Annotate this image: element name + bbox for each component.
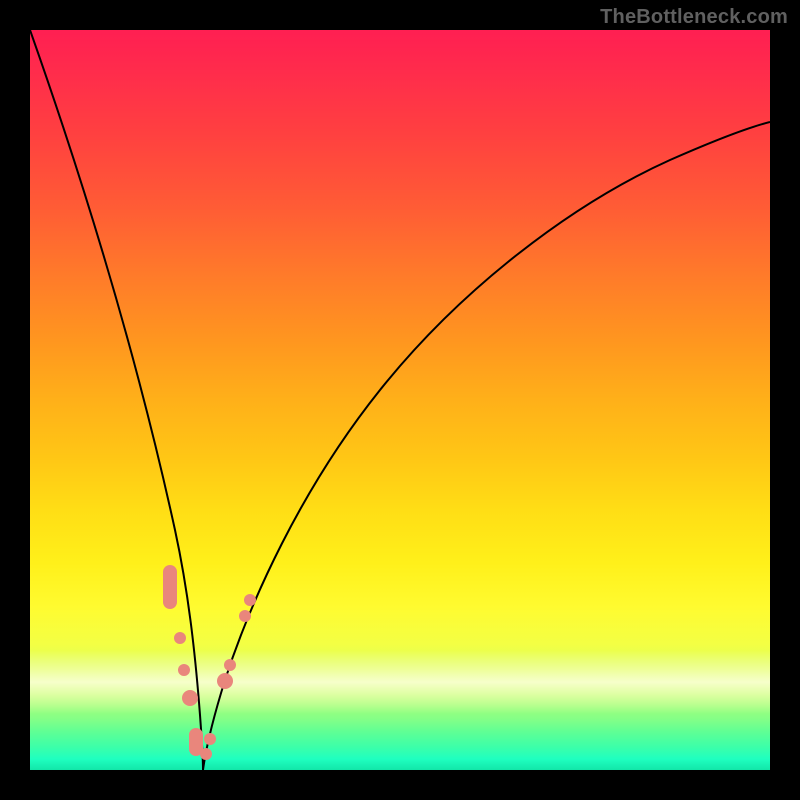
plot-area: [30, 30, 770, 770]
marker-right-3: [217, 673, 233, 689]
marker-left-2: [174, 632, 186, 644]
watermark-text: TheBottleneck.com: [600, 6, 788, 29]
left-branch-path: [30, 30, 203, 770]
marker-left-1: [163, 565, 177, 609]
marker-left-4: [182, 690, 198, 706]
highlight-band: [30, 650, 770, 714]
marker-right-6: [244, 594, 256, 606]
right-branch-path: [203, 122, 770, 770]
marker-right-2: [204, 733, 216, 745]
curve-layer: [30, 30, 770, 770]
marker-right-4: [224, 659, 236, 671]
marker-left-3: [178, 664, 190, 676]
marker-right-5: [239, 610, 251, 622]
marker-right-1: [200, 748, 212, 760]
marker-left-5: [189, 728, 203, 756]
chart-frame: TheBottleneck.com: [0, 0, 800, 800]
